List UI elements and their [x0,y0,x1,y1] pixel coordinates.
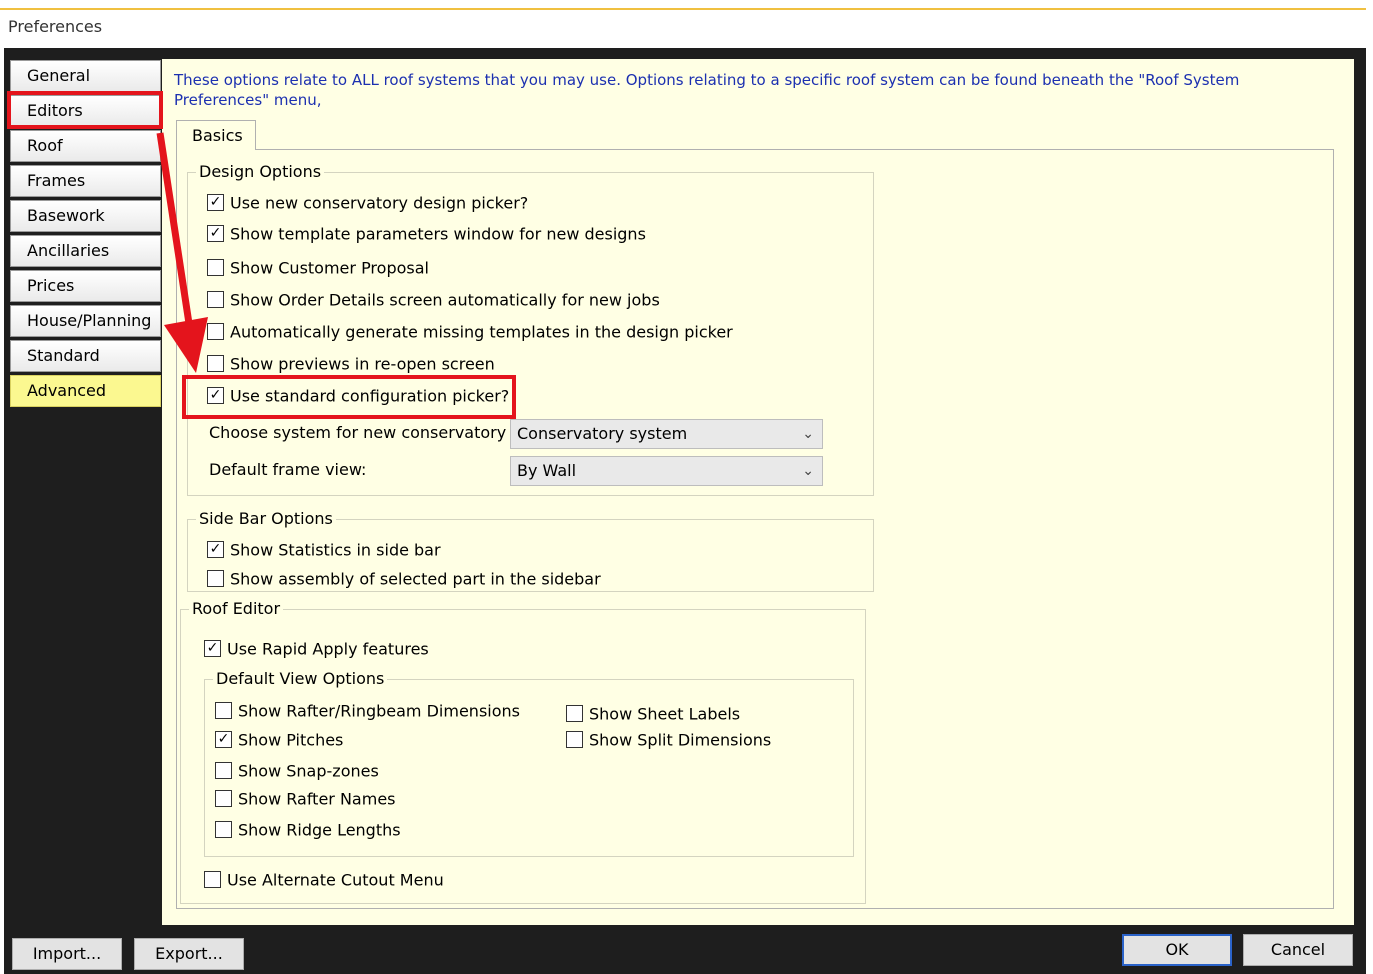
checkbox-box[interactable] [215,790,232,807]
arrow-head [164,317,208,373]
arrow-shaft [156,132,194,331]
dropdown-value: Conservatory system [517,424,688,443]
checkbox-label: Show Split Dimensions [589,730,772,750]
annotation-highlight-config-picker [182,375,516,419]
checkbox-template-parameters[interactable]: ✓ Show template parameters window for new… [207,223,646,245]
info-text: These options relate to ALL roof systems… [174,71,1240,109]
checkbox-label: Show Rafter/Ringbeam Dimensions [238,701,520,721]
checkbox-new-design-picker[interactable]: ✓ Use new conservatory design picker? [207,192,528,214]
cancel-button[interactable]: Cancel [1243,934,1353,966]
dropdown-value: By Wall [517,461,577,480]
checkbox-label: Automatically generate missing templates… [230,322,733,342]
sidebar-item-advanced[interactable]: Advanced [10,375,161,407]
side-bar-options-legend: Side Bar Options [196,509,336,528]
checkbox-label: Show Ridge Lengths [238,820,401,840]
checkbox-show-assembly[interactable]: Show assembly of selected part in the si… [207,568,601,590]
checkbox-label: Show assembly of selected part in the si… [230,569,601,589]
checkbox-box[interactable] [215,821,232,838]
checkbox-rapid-apply[interactable]: ✓ Use Rapid Apply features [204,638,429,660]
checkbox-label: Show Rafter Names [238,789,396,809]
checkbox-show-rafter-names[interactable]: Show Rafter Names [215,788,396,810]
checkbox-label: Show Order Details screen automatically … [230,290,660,310]
checkbox-show-split-dimensions[interactable]: Show Split Dimensions [566,729,771,751]
default-frame-dropdown[interactable]: By Wall ⌄ [510,456,823,486]
sidebar-item-general[interactable]: General [10,60,161,92]
checkbox-show-statistics[interactable]: ✓ Show Statistics in side bar [207,539,441,561]
checkbox-label: Show Sheet Labels [589,704,741,724]
checkbox-show-sheet-labels[interactable]: Show Sheet Labels [566,703,740,725]
annotation-highlight-editors [7,91,163,129]
sidebar-item-basework[interactable]: Basework [10,200,161,232]
checkbox-label: Show previews in re-open screen [230,354,495,374]
checkbox-label: Use Alternate Cutout Menu [227,870,444,890]
sidebar-item-frames[interactable]: Frames [10,165,161,197]
checkbox-box[interactable] [207,570,224,587]
sidebar-item-ancillaries[interactable]: Ancillaries [10,235,161,267]
checkbox-label: Use new conservatory design picker? [230,193,529,213]
title-accent-line [0,8,1366,10]
choose-system-dropdown[interactable]: Conservatory system ⌄ [510,419,823,449]
checkbox-label: Show Pitches [238,730,344,750]
checkbox-box[interactable] [215,762,232,779]
annotation-arrow-icon [156,132,208,373]
checkbox-label: Show template parameters window for new … [230,224,646,244]
checkbox-show-ridge-lengths[interactable]: Show Ridge Lengths [215,819,401,841]
checkbox-label: Show Customer Proposal [230,258,429,278]
checkbox-box[interactable]: ✓ [204,640,221,657]
choose-system-label: Choose system for new conservatory by: [209,423,536,442]
checkbox-rafter-ringbeam-dimensions[interactable]: Show Rafter/Ringbeam Dimensions [215,700,520,722]
checkbox-generate-templates[interactable]: Automatically generate missing templates… [207,321,733,343]
export-button[interactable]: Export... [134,938,244,970]
checkbox-label: Show Statistics in side bar [230,540,441,560]
window-title: Preferences [8,17,103,36]
checkbox-show-snap-zones[interactable]: Show Snap-zones [215,760,379,782]
checkbox-box[interactable]: ✓ [215,731,232,748]
checkbox-show-previews[interactable]: Show previews in re-open screen [207,353,495,375]
sidebar-item-standard-designs[interactable]: Standard Designs [10,340,161,395]
import-button[interactable]: Import... [12,938,122,970]
checkbox-label: Show Snap-zones [238,761,379,781]
chevron-down-icon: ⌄ [802,463,814,479]
checkbox-box[interactable] [566,705,583,722]
sidebar-item-roof[interactable]: Roof [10,130,161,162]
default-view-options-legend: Default View Options [213,669,388,688]
sidebar-item-prices[interactable]: Prices [10,270,161,302]
checkbox-label: Use Rapid Apply features [227,639,429,659]
checkbox-show-pitches[interactable]: ✓ Show Pitches [215,729,343,751]
checkbox-box[interactable] [566,731,583,748]
chevron-down-icon: ⌄ [802,426,814,442]
default-frame-label: Default frame view: [209,460,367,479]
checkbox-customer-proposal[interactable]: Show Customer Proposal [207,257,429,279]
checkbox-box[interactable]: ✓ [207,541,224,558]
roof-editor-legend: Roof Editor [189,599,284,618]
checkbox-alternate-cutout[interactable]: Use Alternate Cutout Menu [204,869,444,891]
sidebar-item-house-planning[interactable]: House/Planning [10,305,161,337]
ok-button[interactable]: OK [1122,934,1232,966]
checkbox-box[interactable] [204,871,221,888]
checkbox-order-details[interactable]: Show Order Details screen automatically … [207,289,660,311]
checkbox-box[interactable] [215,702,232,719]
